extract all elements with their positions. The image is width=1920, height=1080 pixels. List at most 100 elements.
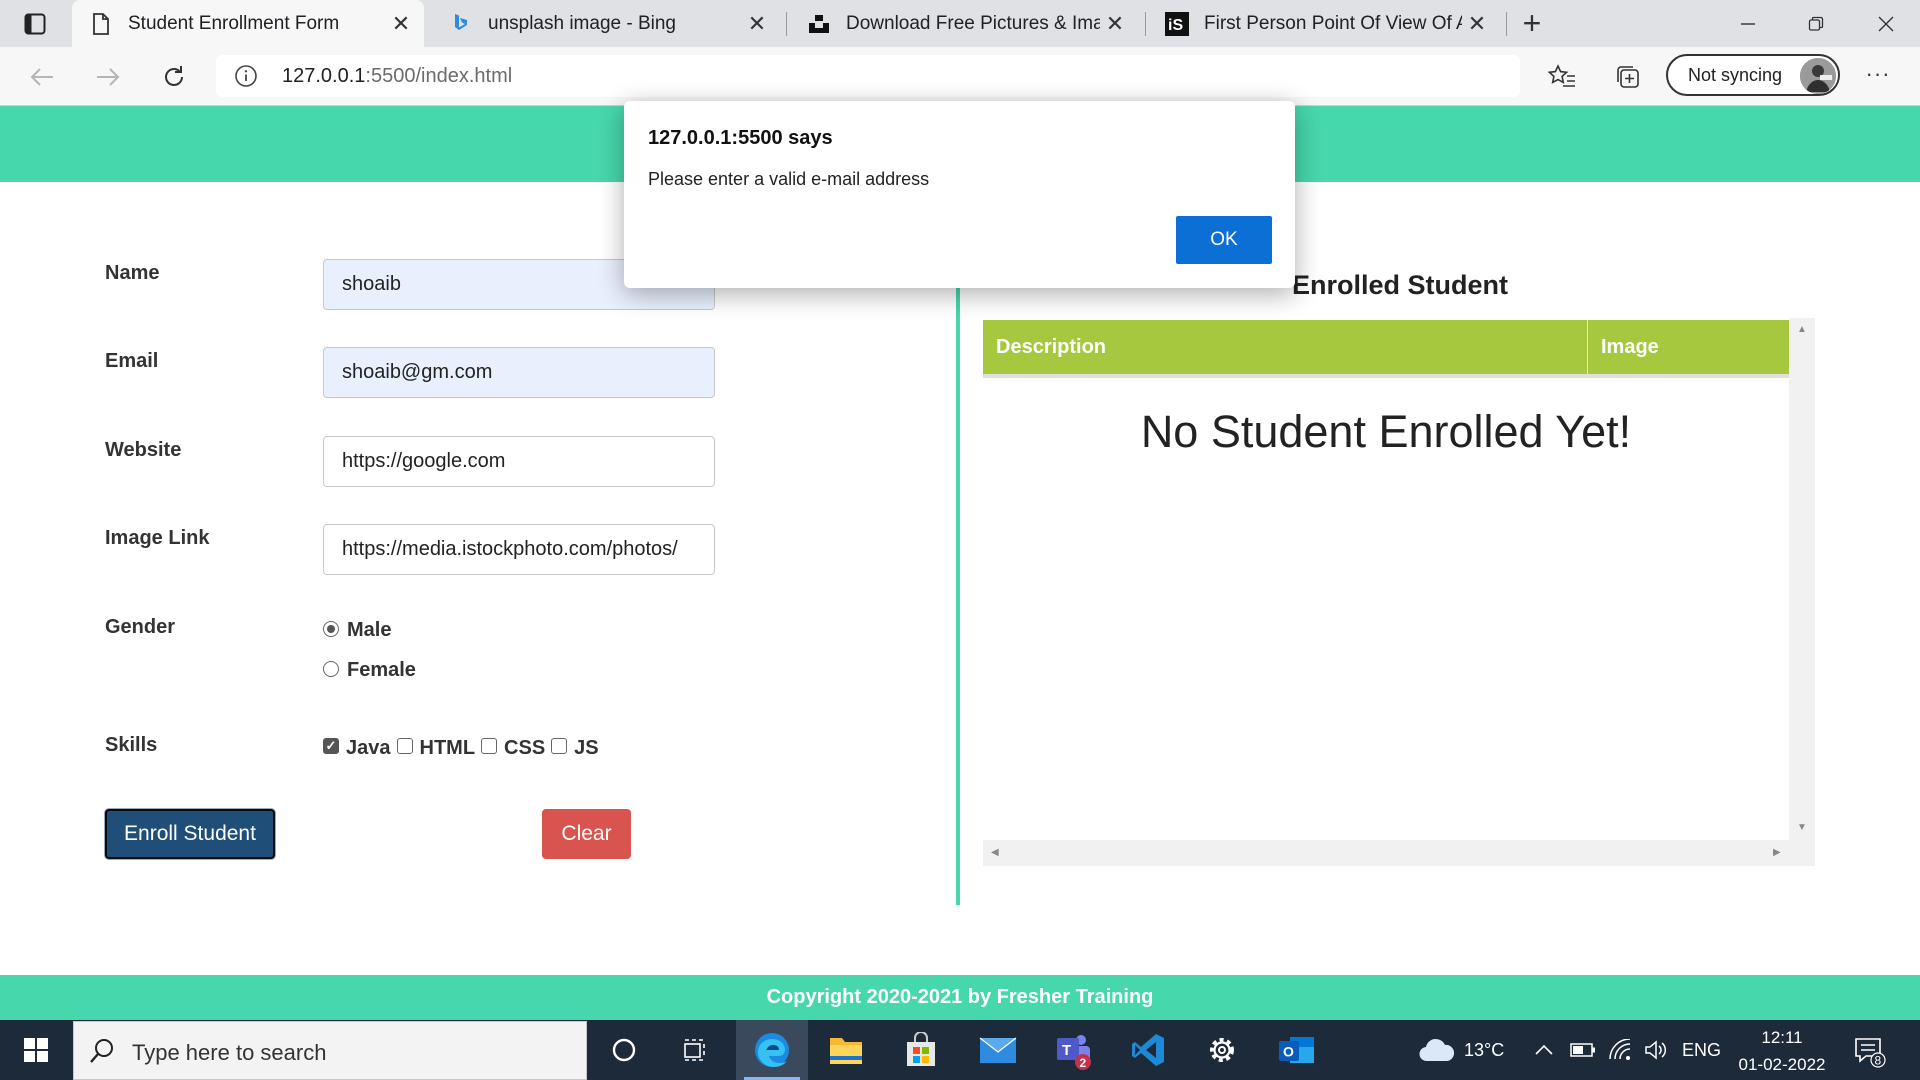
horizontal-scrollbar[interactable]: ◀ ▶ [983, 840, 1789, 866]
forward-button[interactable] [90, 59, 126, 95]
url-text[interactable]: 127.0.0.1:5500/index.html [282, 65, 512, 88]
skills-checkboxes: Java HTML CSS JS [323, 737, 605, 760]
close-window-button[interactable] [1852, 0, 1920, 47]
taskbar-store[interactable] [885, 1020, 957, 1080]
taskbar-edge[interactable] [736, 1020, 808, 1080]
store-icon [907, 1032, 935, 1066]
close-tab-icon[interactable]: ✕ [1100, 11, 1130, 37]
close-tab-icon[interactable]: ✕ [386, 11, 416, 37]
profile-sync-button[interactable]: Not syncing [1666, 54, 1840, 96]
radio-button[interactable] [323, 620, 339, 637]
close-tab-icon[interactable]: ✕ [742, 11, 772, 37]
email-field[interactable] [323, 347, 715, 398]
gender-female-label: Female [347, 659, 416, 681]
task-view-button[interactable] [660, 1020, 732, 1080]
skill-html-checkbox[interactable]: HTML [396, 737, 475, 760]
address-bar[interactable]: 127.0.0.1:5500/index.html [216, 55, 1718, 97]
windows-logo-icon [24, 1038, 48, 1062]
clear-button[interactable]: Clear [542, 809, 631, 859]
scroll-left-icon[interactable]: ◀ [991, 847, 999, 858]
collections-button[interactable] [1610, 59, 1646, 95]
tab-actions-icon [24, 13, 46, 35]
input-language[interactable]: ENG [1682, 1020, 1721, 1080]
checkbox[interactable] [323, 737, 339, 754]
windows-taskbar: Type here to search T2 O 13°C ENG 12:11 … [0, 1020, 1920, 1080]
teams-badge: 2 [1080, 1056, 1087, 1070]
vscode-icon [1132, 1034, 1164, 1066]
outlook-icon: O [1279, 1037, 1314, 1063]
folder-icon [830, 1038, 862, 1064]
speaker-icon [1645, 1040, 1667, 1060]
gear-icon [1210, 1038, 1234, 1062]
start-button[interactable] [0, 1020, 72, 1080]
empty-table-message: No Student Enrolled Yet! [1140, 406, 1632, 457]
vertical-scrollbar[interactable]: ▲ ▼ [1789, 318, 1815, 840]
image-link-field[interactable] [323, 524, 715, 575]
taskbar-outlook[interactable]: O [1260, 1020, 1332, 1080]
checkbox[interactable] [551, 737, 568, 754]
taskbar-search-box[interactable]: Type here to search [73, 1021, 587, 1080]
favorites-button[interactable] [1544, 59, 1580, 95]
tab-actions-button[interactable] [12, 8, 58, 40]
site-info-icon[interactable] [234, 64, 258, 88]
svg-text:iS: iS [1168, 17, 1183, 34]
tab-istock[interactable]: iS First Person Point Of View Of A W ✕ [1148, 0, 1500, 47]
scroll-right-icon[interactable]: ▶ [1773, 847, 1781, 858]
dialog-title: 127.0.0.1:5500 says [648, 127, 833, 149]
tab-bing[interactable]: unsplash image - Bing ✕ [432, 0, 780, 47]
description-column-header: Description [983, 320, 1588, 374]
close-tab-icon[interactable]: ✕ [1462, 11, 1492, 37]
tab-unsplash[interactable]: Download Free Pictures & Image ✕ [790, 0, 1138, 47]
taskbar-mail[interactable] [962, 1020, 1034, 1080]
show-hidden-icons[interactable] [1534, 1020, 1554, 1080]
svg-text:T: T [1062, 1042, 1071, 1059]
svg-text:O: O [1283, 1044, 1294, 1060]
back-button[interactable] [24, 59, 60, 95]
skill-java-checkbox[interactable]: Java [323, 737, 391, 760]
clock-date: 01-02-2022 [1738, 1055, 1826, 1074]
forward-arrow-icon [97, 68, 120, 86]
gender-male-radio[interactable]: Male [323, 619, 391, 642]
browser-toolbar: 127.0.0.1:5500/index.html Not syncing ··… [0, 47, 1920, 106]
skills-label: Skills [105, 734, 158, 756]
notification-count: 8 [1875, 1054, 1882, 1068]
chevron-up-icon [1535, 1044, 1553, 1055]
image-column-header: Image [1601, 335, 1659, 358]
refresh-button[interactable] [156, 59, 192, 95]
scroll-up-icon[interactable]: ▲ [1797, 324, 1807, 335]
close-icon [1878, 16, 1894, 31]
checkbox[interactable] [481, 737, 498, 754]
enrolled-student-heading: Enrolled Student [1292, 270, 1508, 300]
gender-female-radio[interactable]: Female [323, 659, 416, 682]
battery-status[interactable] [1570, 1020, 1596, 1080]
taskbar-clock[interactable]: 12:11 01-02-2022 [1728, 1024, 1836, 1078]
weather-widget[interactable]: 13°C [1418, 1020, 1504, 1080]
taskbar-vscode[interactable] [1112, 1020, 1184, 1080]
enroll-student-button[interactable]: Enroll Student [105, 809, 275, 859]
volume-control[interactable] [1644, 1020, 1668, 1080]
cortana-button[interactable] [588, 1020, 660, 1080]
task-view-icon [684, 1039, 705, 1061]
skill-css-checkbox[interactable]: CSS [481, 737, 545, 760]
new-tab-button[interactable]: + [1512, 6, 1552, 42]
radio-button[interactable] [323, 660, 339, 677]
taskbar-settings[interactable] [1186, 1020, 1258, 1080]
page-footer: Copyright 2020-2021 by Fresher Training [0, 975, 1920, 1020]
tab-student-enrollment[interactable]: Student Enrollment Form ✕ [72, 0, 424, 47]
taskbar-file-explorer[interactable] [810, 1020, 882, 1080]
scroll-down-icon[interactable]: ▼ [1797, 822, 1807, 833]
taskbar-teams[interactable]: T2 [1038, 1020, 1110, 1080]
website-field[interactable] [323, 436, 715, 487]
settings-more-button[interactable]: ··· [1860, 59, 1896, 95]
minimize-button[interactable] [1714, 0, 1782, 47]
checkbox[interactable] [396, 737, 413, 754]
skill-js-checkbox[interactable]: JS [551, 737, 599, 760]
gender-male-label: Male [347, 619, 392, 641]
gender-label: Gender [105, 616, 176, 638]
collections-icon [1617, 66, 1639, 88]
action-center-button[interactable]: 8 [1852, 1034, 1886, 1068]
dialog-ok-button[interactable]: OK [1176, 216, 1272, 264]
restore-button[interactable] [1782, 0, 1850, 47]
cloud-icon [1419, 1038, 1455, 1062]
network-status[interactable] [1608, 1020, 1632, 1080]
